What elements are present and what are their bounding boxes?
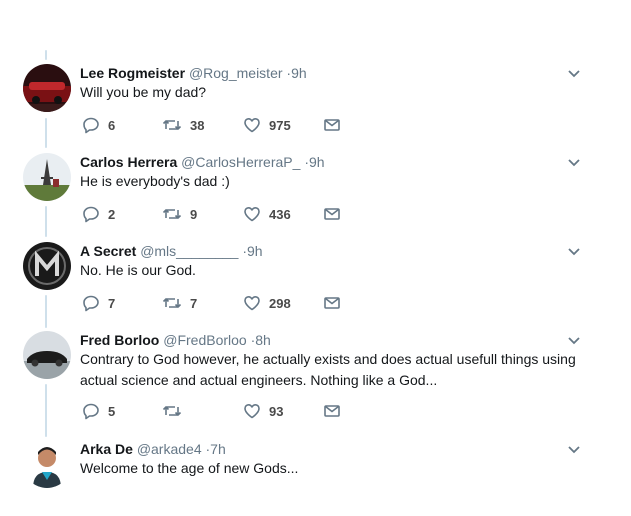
tweet-text: Contrary to God however, he actually exi…	[80, 351, 576, 388]
timestamp[interactable]: ·9h	[242, 243, 262, 259]
heart-icon	[244, 207, 260, 222]
like-button[interactable]: 436	[243, 204, 291, 224]
retweet-icon	[162, 406, 182, 416]
like-button[interactable]: 93	[243, 401, 283, 421]
retweet-count: 7	[190, 295, 198, 311]
like-count: 436	[269, 206, 291, 222]
black-car-avatar	[23, 331, 71, 379]
chevron-down-icon[interactable]	[567, 66, 581, 80]
timestamp[interactable]: ·8h	[251, 332, 271, 348]
tweet[interactable]: Fred Borloo @FredBorloo ·8h Contrary to …	[0, 331, 631, 431]
chevron-down-icon[interactable]	[567, 333, 581, 347]
timestamp[interactable]: ·7h	[206, 441, 226, 457]
chevron-down-icon[interactable]	[567, 442, 581, 456]
reply-count: 2	[108, 206, 116, 222]
avatar[interactable]	[23, 242, 71, 290]
reply-button[interactable]: 2	[82, 204, 115, 224]
reply-button[interactable]: 6	[82, 115, 115, 135]
tweet-actions: 6 38 975	[80, 115, 380, 135]
reply-icon	[83, 295, 99, 312]
tweet-actions: 5 93	[80, 401, 380, 421]
direct-message-button[interactable]	[323, 293, 341, 313]
envelope-icon	[324, 405, 340, 417]
red-car-avatar	[23, 64, 71, 112]
avatar[interactable]	[23, 64, 71, 112]
like-button[interactable]: 298	[243, 293, 291, 313]
reply-icon	[83, 403, 99, 420]
tweet-header: Fred Borloo @FredBorloo ·8h	[80, 331, 271, 349]
reply-button[interactable]: 7	[82, 293, 115, 313]
tweet-header: A Secret @mls________ ·9h	[80, 242, 263, 260]
timestamp[interactable]: ·9h	[304, 154, 324, 170]
tweet-text: Will you be my dad?	[80, 84, 207, 100]
direct-message-button[interactable]	[323, 115, 341, 135]
like-count: 975	[269, 117, 291, 133]
retweet-button[interactable]: 9	[162, 204, 197, 224]
tweet-text: No. He is our God.	[80, 262, 196, 278]
user-handle[interactable]: @CarlosHerreraP_	[181, 154, 300, 170]
user-handle[interactable]: @Rog_meister	[189, 65, 283, 81]
envelope-icon	[324, 119, 340, 131]
tweet-header: Lee Rogmeister @Rog_meister ·9h	[80, 64, 307, 82]
display-name[interactable]: Lee Rogmeister	[80, 65, 185, 81]
like-button[interactable]: 975	[243, 115, 291, 135]
tweet-header: Arka De @arkade4 ·7h	[80, 440, 226, 458]
reply-button[interactable]: 5	[82, 401, 115, 421]
retweet-icon	[162, 120, 182, 130]
heart-icon	[244, 296, 260, 311]
tweet[interactable]: Lee Rogmeister @Rog_meister ·9h Will you…	[0, 64, 631, 144]
retweet-button[interactable]: 7	[162, 293, 197, 313]
heart-icon	[244, 404, 260, 419]
reply-icon	[83, 117, 99, 134]
avatar[interactable]	[23, 153, 71, 201]
display-name[interactable]: Carlos Herrera	[80, 154, 177, 170]
retweet-count: 38	[190, 117, 205, 133]
retweet-icon	[162, 298, 182, 308]
avatar[interactable]	[23, 440, 71, 488]
tweet-actions: 7 7 298	[80, 293, 380, 313]
heart-icon	[244, 118, 260, 133]
retweet-count: 9	[190, 206, 198, 222]
direct-message-button[interactable]	[323, 204, 341, 224]
tweet[interactable]: Carlos Herrera @CarlosHerreraP_ ·9h He i…	[0, 153, 631, 233]
reply-icon	[83, 206, 99, 223]
display-name[interactable]: A Secret	[80, 243, 136, 259]
user-handle[interactable]: @FredBorloo	[163, 332, 246, 348]
tweet[interactable]: A Secret @mls________ ·9h No. He is our …	[0, 242, 631, 322]
avatar[interactable]	[23, 331, 71, 379]
chevron-down-icon[interactable]	[567, 155, 581, 169]
eiffel-tower-avatar	[23, 153, 71, 201]
chevron-down-icon[interactable]	[567, 244, 581, 258]
tweet-actions: 2 9 436	[80, 204, 380, 224]
reply-count: 5	[108, 403, 116, 419]
tweet[interactable]: Arka De @arkade4 ·7h Welcome to the age …	[0, 440, 631, 510]
retweet-button[interactable]	[162, 401, 190, 421]
reply-count: 7	[108, 295, 116, 311]
direct-message-button[interactable]	[323, 401, 341, 421]
timestamp[interactable]: ·9h	[286, 65, 306, 81]
user-handle[interactable]: @arkade4	[137, 441, 202, 457]
tweet-text: He is everybody's dad :)	[80, 173, 230, 189]
retweet-button[interactable]: 38	[162, 115, 204, 135]
envelope-icon	[324, 297, 340, 309]
m-logo-avatar	[23, 242, 71, 290]
person-avatar	[23, 440, 71, 488]
tweet-text: Welcome to the age of new Gods...	[80, 460, 299, 476]
retweet-icon	[162, 209, 182, 219]
envelope-icon	[324, 208, 340, 220]
display-name[interactable]: Arka De	[80, 441, 133, 457]
like-count: 93	[269, 403, 284, 419]
thread-line	[45, 50, 47, 60]
tweet-header: Carlos Herrera @CarlosHerreraP_ ·9h	[80, 153, 325, 171]
display-name[interactable]: Fred Borloo	[80, 332, 159, 348]
like-count: 298	[269, 295, 291, 311]
user-handle[interactable]: @mls________	[140, 243, 238, 259]
reply-count: 6	[108, 117, 116, 133]
